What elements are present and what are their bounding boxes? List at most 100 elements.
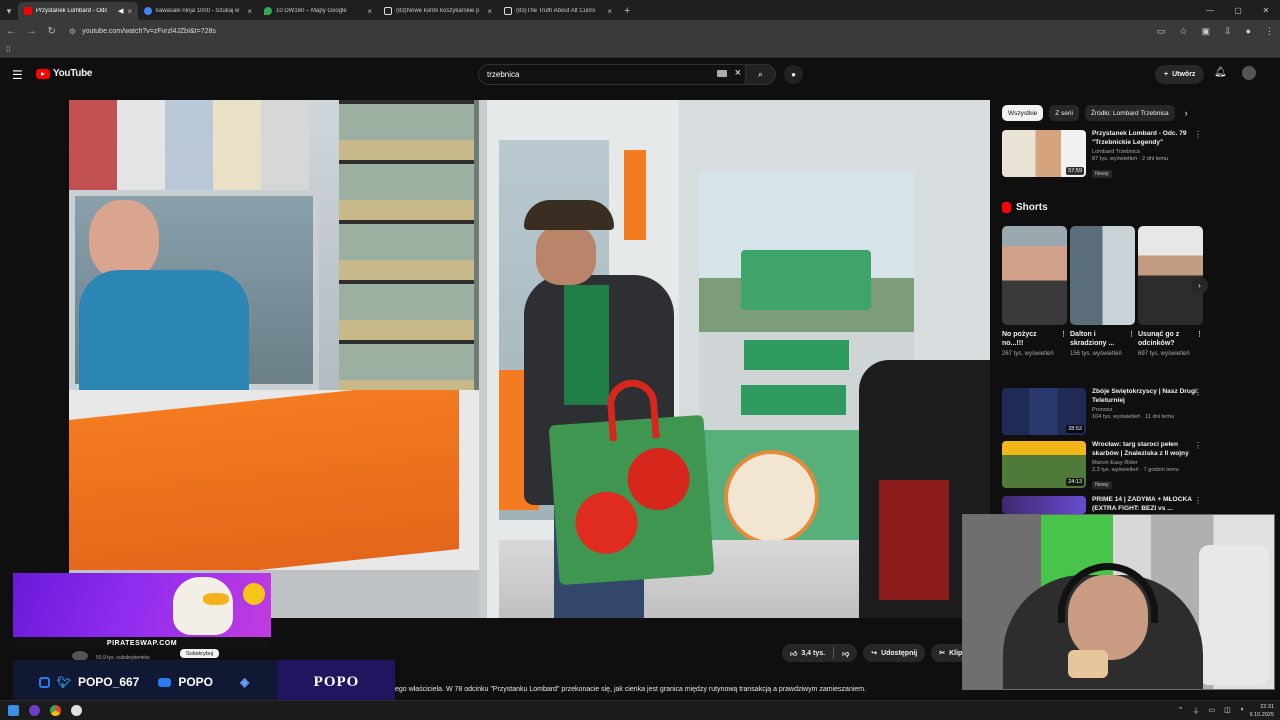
- forward-icon[interactable]: →: [26, 26, 36, 37]
- browser-tab[interactable]: kawasaki ninja 1000 - Szukaj w ×: [138, 2, 258, 20]
- new-tab-button[interactable]: +: [618, 2, 636, 20]
- menu-icon[interactable]: ⋮: [1265, 26, 1274, 37]
- reload-icon[interactable]: ↻: [47, 26, 57, 37]
- speaker-icon[interactable]: ◀: [118, 7, 123, 15]
- windows-start-icon[interactable]: [8, 705, 19, 716]
- recommendation-meta: 104 tys. wyświetleń · 11 dni temu: [1092, 414, 1174, 420]
- close-window-icon[interactable]: ✕: [1252, 0, 1280, 20]
- short-title[interactable]: Dalton i skradziony ...: [1070, 330, 1135, 348]
- recommendation-item[interactable]: 24:13 Wrocław: targ staroci pełen skarbó…: [1002, 441, 1202, 491]
- streamer-brand: POPO: [278, 660, 395, 704]
- taskbar-clock[interactable]: 22:31 9.10.2025: [1250, 703, 1274, 719]
- create-button[interactable]: + Utwórz: [1155, 65, 1205, 84]
- recommendation-item[interactable]: PRIME 14 | ZADYMA + MŁÓCKA (EXTRA FIGHT:…: [1002, 496, 1202, 514]
- keyboard-icon[interactable]: [717, 70, 727, 77]
- short-item[interactable]: No pożycz no...!!! 267 tys. wyświetleń: [1002, 226, 1067, 358]
- like-icon[interactable]: 👍︎: [790, 649, 797, 658]
- youtube-channel-name: POPO: [178, 675, 214, 689]
- app-icon[interactable]: [71, 705, 82, 716]
- chevron-right-icon[interactable]: ›: [1185, 108, 1188, 118]
- volume-icon[interactable]: ◖: [1240, 706, 1244, 716]
- recommendation-item[interactable]: 57:59 Przystanek Lombard - Odc. 79 "Trze…: [1002, 130, 1202, 180]
- account-avatar[interactable]: [1242, 66, 1256, 80]
- video-description[interactable]: ego właściciela. W 78 odcinku "Przystank…: [395, 686, 866, 693]
- tab-close-icon[interactable]: ×: [487, 7, 492, 16]
- cast-icon[interactable]: ▭: [1157, 26, 1166, 37]
- chip-series[interactable]: Z serii: [1049, 105, 1079, 121]
- recommendation-channel[interactable]: Marcin Easy Rider: [1092, 460, 1202, 466]
- shorts-next-button[interactable]: ›: [1191, 277, 1208, 294]
- maximize-icon[interactable]: ▢: [1224, 0, 1252, 20]
- shorts-heading: Shorts: [1002, 202, 1048, 213]
- site-info-icon[interactable]: ⚙: [69, 27, 76, 36]
- plus-icon: +: [1164, 71, 1169, 78]
- recommendation-title[interactable]: Wrocław: targ staroci pełen skarbów | Zn…: [1092, 441, 1202, 458]
- network-icon[interactable]: ◫: [1224, 706, 1231, 716]
- tiktok-favicon-icon: [504, 7, 512, 15]
- dislike-icon[interactable]: 👎︎: [842, 649, 849, 658]
- like-count[interactable]: 3,4 tys.: [801, 650, 825, 657]
- back-icon[interactable]: ←: [6, 26, 16, 37]
- short-title[interactable]: Usunąć go z odcinków?: [1138, 330, 1203, 348]
- short-item[interactable]: Dalton i skradziony ... 156 tys. wyświet…: [1070, 226, 1135, 358]
- hamburger-menu-icon[interactable]: ☰: [12, 68, 23, 82]
- bookmark-star-icon[interactable]: ☆: [1179, 26, 1187, 37]
- social-handles: 🐦︎ POPO_667 POPO ◈: [13, 660, 278, 704]
- recommendation-thumbnail[interactable]: 57:59: [1002, 130, 1086, 177]
- url-field[interactable]: ⚙ youtube.com/watch?v=zFvrzl4JZbI&t=728s: [67, 23, 1147, 39]
- browser-tab[interactable]: (83)Nowe konto koszykarskie p ×: [378, 2, 498, 20]
- subscribe-button[interactable]: Subskrybuj: [180, 649, 220, 658]
- downloads-icon[interactable]: ⇩: [1224, 26, 1232, 37]
- tab-search-icon[interactable]: ▾: [0, 2, 18, 20]
- search-button[interactable]: ⌕: [746, 64, 776, 85]
- chrome-icon[interactable]: [50, 705, 61, 716]
- recommendation-title[interactable]: Przystanek Lombard - Odc. 79 "Trzebnicki…: [1092, 130, 1202, 147]
- chip-source[interactable]: Źródło: Lombard Trzebnica: [1084, 105, 1175, 121]
- video-player[interactable]: [69, 100, 990, 618]
- recommendation-title[interactable]: Zbóje Świętokrzyscy | Nasz Drugi Teletur…: [1092, 388, 1202, 405]
- share-icon: ↪: [871, 650, 878, 657]
- scissors-icon: ✂: [939, 650, 946, 657]
- recommendation-title[interactable]: PRIME 14 | ZADYMA + MŁÓCKA (EXTRA FIGHT:…: [1092, 496, 1202, 513]
- apps-grid-icon[interactable]: ⁞⁞: [6, 45, 10, 54]
- clock-time: 22:31: [1260, 704, 1274, 710]
- share-button[interactable]: ↪ Udostępnij: [863, 644, 926, 662]
- youtube-logo[interactable]: YouTube: [36, 68, 93, 79]
- recommendation-thumbnail[interactable]: [1002, 496, 1086, 514]
- chip-all[interactable]: Wszystkie: [1002, 105, 1044, 121]
- recommendation-item[interactable]: 28:52 Zbóje Świętokrzyscy | Nasz Drugi T…: [1002, 388, 1202, 435]
- more-options-icon[interactable]: ⋮: [1194, 441, 1202, 450]
- tab-close-icon[interactable]: ×: [607, 7, 612, 16]
- recommendation-channel[interactable]: Lombard Trzebnica: [1092, 149, 1202, 155]
- obs-icon[interactable]: [29, 705, 40, 716]
- recommendation-thumbnail[interactable]: 28:52: [1002, 388, 1086, 435]
- tray-chevron-icon[interactable]: ⌃: [1178, 706, 1184, 716]
- clear-search-icon[interactable]: ×: [735, 67, 741, 79]
- browser-tab[interactable]: (83)The Truth About Alt Cunni ×: [498, 2, 618, 20]
- recommendation-thumbnail[interactable]: 24:13: [1002, 441, 1086, 488]
- usb-icon[interactable]: ⏚: [1193, 706, 1200, 716]
- more-options-icon[interactable]: ⋮: [1194, 496, 1202, 505]
- short-thumbnail[interactable]: [1070, 226, 1135, 325]
- tab-title: Przystanek Lombard - Odc: [36, 8, 108, 14]
- extensions-icon[interactable]: ▣: [1202, 26, 1211, 37]
- tab-close-icon[interactable]: ×: [127, 7, 132, 16]
- browser-tab[interactable]: 10 DW160 – Mapy Google ×: [258, 2, 378, 20]
- short-thumbnail[interactable]: [1002, 226, 1067, 325]
- more-options-icon[interactable]: ⋮: [1194, 388, 1202, 397]
- search-input[interactable]: trzebnica ×: [478, 64, 746, 85]
- notifications-bell-icon[interactable]: 🔔︎: [1214, 67, 1227, 78]
- short-thumbnail[interactable]: [1138, 226, 1203, 325]
- minimize-icon[interactable]: —: [1196, 0, 1224, 20]
- browser-tab[interactable]: Przystanek Lombard - Odc ◀ ×: [18, 2, 138, 20]
- youtube-header: ☰ YouTube trzebnica × ⌕ ● + Utwórz 🔔︎: [0, 58, 1280, 92]
- tab-close-icon[interactable]: ×: [367, 7, 372, 16]
- recommendation-channel[interactable]: Pronosz: [1092, 407, 1202, 413]
- more-options-icon[interactable]: ⋮: [1194, 130, 1202, 139]
- voice-search-button[interactable]: ●: [784, 65, 803, 84]
- video-frame-sign: [741, 385, 846, 415]
- short-title[interactable]: No pożycz no...!!!: [1002, 330, 1067, 348]
- tab-close-icon[interactable]: ×: [247, 7, 252, 16]
- profile-icon[interactable]: ●: [1246, 26, 1251, 37]
- monitor-icon[interactable]: ▭: [1209, 706, 1216, 716]
